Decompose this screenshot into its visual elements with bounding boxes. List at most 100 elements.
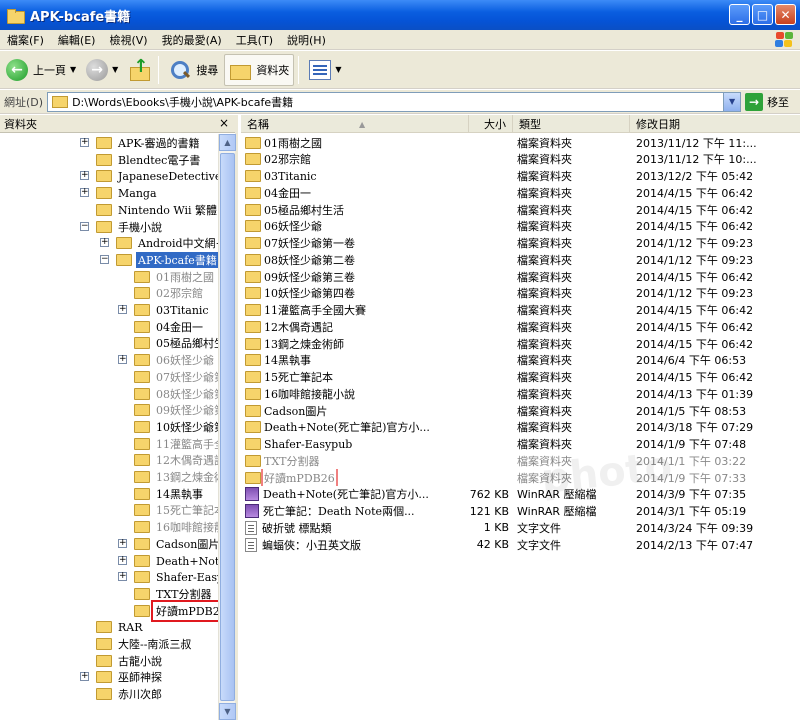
file-row[interactable]: 12木偶奇遇記 檔案資料夾 2014/4/15 下午 06:42 [241, 318, 800, 335]
tree-item[interactable]: 04金田一 [134, 319, 205, 335]
column-header-size[interactable]: 大小 [469, 115, 513, 133]
chevron-down-icon[interactable]: ▼ [112, 65, 118, 74]
tree-item[interactable]: + 巫師神探 [80, 669, 164, 685]
file-row[interactable]: 16咖啡館接龍小說 檔案資料夾 2014/4/13 下午 01:39 [241, 385, 800, 402]
tree-item[interactable]: 13鋼之煉金術 [134, 469, 218, 485]
tree-item[interactable]: + Death+Note(死 [118, 553, 218, 569]
expand-icon[interactable]: + [118, 555, 127, 565]
tree-item[interactable]: 09妖怪少爺第 [134, 402, 218, 418]
column-header-type[interactable]: 類型 [513, 115, 630, 133]
menu-view[interactable]: 檢視(V) [102, 32, 154, 48]
menu-help[interactable]: 說明(H) [280, 32, 333, 48]
file-row[interactable]: 14黑執事 檔案資料夾 2014/6/4 下午 06:53 [241, 352, 800, 369]
file-row[interactable]: 07妖怪少爺第一卷 檔案資料夾 2014/1/12 下午 09:23 [241, 235, 800, 252]
file-row[interactable]: 好讀mPDB26 檔案資料夾 2014/1/9 下午 07:33 [241, 469, 800, 486]
collapse-icon[interactable]: − [80, 221, 89, 231]
expand-icon[interactable]: + [80, 672, 89, 682]
file-row[interactable]: 破折號 標點類 1 KB 文字文件 2014/3/24 下午 09:39 [241, 519, 800, 536]
forward-button[interactable]: → ▼ [82, 54, 122, 86]
tree-item[interactable]: + Cadson圖片 [118, 536, 218, 552]
expand-icon[interactable]: + [100, 238, 109, 248]
tree-item[interactable]: + JapaneseDetectiveNove [80, 168, 218, 184]
file-row[interactable]: Shafer-Easypub 檔案資料夾 2014/1/9 下午 07:48 [241, 436, 800, 453]
maximize-button[interactable]: □ [752, 4, 773, 25]
tree-item[interactable]: +03Titanic [118, 302, 211, 318]
column-header-modified[interactable]: 修改日期 [630, 115, 800, 133]
expand-icon[interactable]: + [80, 171, 89, 181]
tree-item[interactable]: 11灌籃高手全 [134, 436, 218, 452]
expand-icon[interactable]: + [80, 188, 89, 198]
file-row[interactable]: 01雨樹之國 檔案資料夾 2013/11/12 下午 11:... [241, 134, 800, 151]
file-row[interactable]: 08妖怪少爺第二卷 檔案資料夾 2014/1/12 下午 09:23 [241, 251, 800, 268]
tree-item[interactable]: − 手機小說 [80, 219, 164, 235]
menu-favorites[interactable]: 我的最愛(A) [155, 32, 229, 48]
search-button[interactable]: 搜尋 [165, 54, 222, 86]
file-row[interactable]: 06妖怪少爺 檔案資料夾 2014/4/15 下午 06:42 [241, 218, 800, 235]
expand-icon[interactable]: + [118, 538, 127, 548]
menu-edit[interactable]: 編輯(E) [51, 32, 103, 48]
tree-item[interactable]: 07妖怪少爺第 [134, 369, 218, 385]
file-row[interactable]: TXT分割器 檔案資料夾 2014/1/1 下午 03:22 [241, 452, 800, 469]
expand-icon[interactable]: + [118, 305, 127, 314]
expand-icon[interactable]: + [118, 355, 127, 365]
tree-item[interactable]: 大陸--南派三叔 [96, 636, 193, 652]
tree-item[interactable]: 好讀mPDB26 [134, 599, 218, 622]
tree-item[interactable]: 赤川次郎 [96, 686, 164, 702]
back-button[interactable]: ← 上一頁 ▼ [2, 54, 80, 86]
tree-item[interactable]: 14黑執事 [134, 486, 205, 502]
tree-item[interactable]: + Android中文網+3 [100, 235, 218, 251]
file-row[interactable]: 11灌籃高手全國大賽 檔案資料夾 2014/4/15 下午 06:42 [241, 302, 800, 319]
file-row[interactable]: 蝙蝠俠：小丑英文版 42 KB 文字文件 2014/2/13 下午 07:47 [241, 536, 800, 553]
tree-item[interactable]: Nintendo Wii 繁體中文 [96, 202, 218, 218]
tree-item[interactable]: +06妖怪少爺 [118, 352, 216, 368]
file-row[interactable]: Death+Note(死亡筆記)官方小... 檔案資料夾 2014/3/18 下午 … [241, 419, 800, 436]
scroll-down-icon[interactable]: ▼ [219, 703, 236, 720]
file-row[interactable]: 10妖怪少爺第四卷 檔案資料夾 2014/1/12 下午 09:23 [241, 285, 800, 302]
tree-item[interactable]: 05極品鄉村生 [134, 335, 218, 351]
address-input[interactable]: D:\Words\Ebooks\手機小說\APK-bcafe書籍 ▼ [47, 91, 742, 112]
tree-item[interactable]: 02邪宗館 [134, 285, 205, 301]
tree-item[interactable]: + Manga [80, 185, 159, 201]
close-icon[interactable]: × [219, 116, 229, 130]
file-row[interactable]: 13鋼之煉金術師 檔案資料夾 2014/4/15 下午 06:42 [241, 335, 800, 352]
chevron-down-icon[interactable]: ▼ [723, 92, 741, 111]
chevron-down-icon[interactable]: ▼ [335, 65, 341, 74]
expand-icon[interactable]: + [80, 138, 89, 147]
file-row[interactable]: 03Titanic 檔案資料夾 2013/12/2 下午 05:42 [241, 168, 800, 185]
address-path[interactable]: D:\Words\Ebooks\手機小說\APK-bcafe書籍 [72, 94, 293, 110]
menu-tools[interactable]: 工具(T) [229, 32, 280, 48]
tree-item[interactable]: 12木偶奇遇記 [134, 452, 218, 468]
menu-file[interactable]: 檔案(F) [0, 32, 51, 48]
go-button[interactable]: → 移至 [745, 92, 789, 111]
tree-item[interactable]: TXT分割器 [134, 586, 214, 602]
up-folder-button[interactable] [124, 54, 154, 86]
minimize-button[interactable]: _ [729, 4, 750, 25]
file-row[interactable]: 02邪宗館 檔案資料夾 2013/11/12 下午 10:... [241, 151, 800, 168]
file-row[interactable]: 04金田一 檔案資料夾 2014/4/15 下午 06:42 [241, 184, 800, 201]
tree-item[interactable]: 08妖怪少爺第 [134, 386, 218, 402]
file-row[interactable]: Cadson圖片 檔案資料夾 2014/1/5 下午 08:53 [241, 402, 800, 419]
views-button[interactable]: ▼ [305, 54, 345, 86]
tree-item[interactable]: RAR [96, 619, 145, 635]
folders-button[interactable]: 資料夾 [224, 53, 295, 86]
file-row[interactable]: 09妖怪少爺第三卷 檔案資料夾 2014/4/15 下午 06:42 [241, 268, 800, 285]
tree-scrollbar[interactable]: ▲ ▼ [218, 134, 236, 720]
chevron-down-icon[interactable]: ▼ [70, 65, 76, 74]
tree-item[interactable]: 01雨樹之國 [134, 269, 216, 285]
tree-item[interactable]: + Shafer-Easypu [118, 569, 218, 585]
column-header-name[interactable]: 名稱 ▲ [241, 115, 469, 133]
file-row[interactable]: 15死亡筆記本 檔案資料夾 2014/4/15 下午 06:42 [241, 369, 800, 386]
file-row[interactable]: 死亡筆記：Death Note兩個... 121 KB WinRAR 壓縮檔 2014… [241, 503, 800, 520]
tree-item[interactable]: − APK-bcafe書籍 [100, 251, 218, 268]
expand-icon[interactable]: + [118, 572, 127, 582]
tree-item[interactable]: 10妖怪少爺第 [134, 419, 218, 435]
scroll-thumb[interactable] [220, 153, 235, 701]
file-row[interactable]: Death+Note(死亡筆記)官方小... 762 KB WinRAR 壓縮檔 20… [241, 486, 800, 503]
tree-item[interactable]: 16咖啡館接龍 [134, 519, 218, 535]
collapse-icon[interactable]: − [100, 254, 109, 264]
file-row[interactable]: 05極品鄉村生活 檔案資料夾 2014/4/15 下午 06:42 [241, 201, 800, 218]
scroll-up-icon[interactable]: ▲ [219, 134, 236, 151]
tree-item[interactable]: Blendtec電子書 [96, 152, 202, 168]
tree-item[interactable]: 15死亡筆記本 [134, 502, 218, 518]
tree-item[interactable]: + APK-審過的書籍 [80, 135, 201, 151]
